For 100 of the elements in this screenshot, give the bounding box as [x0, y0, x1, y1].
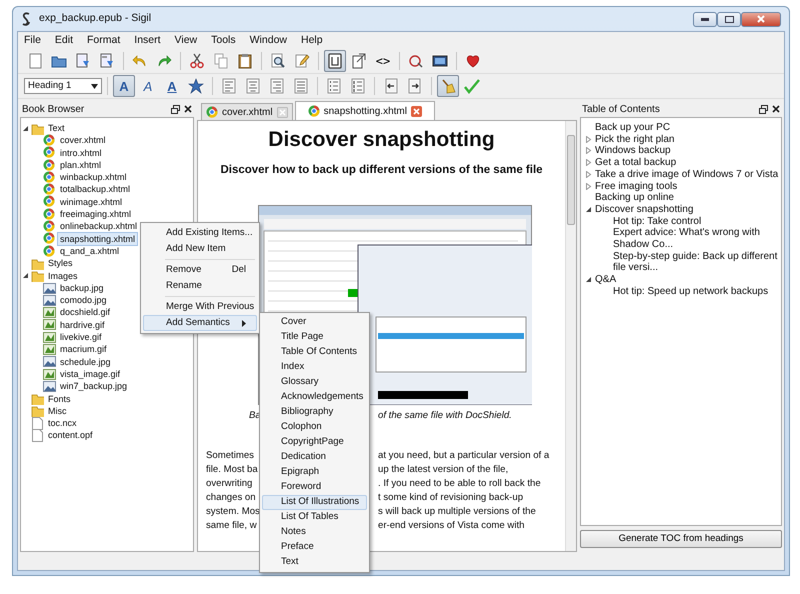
expanded-arrow-icon[interactable]: [22, 124, 29, 132]
toc-entry[interactable]: Expert advice: What's wrong with Shadow Co...: [613, 227, 781, 251]
tree-item[interactable]: freeimaging.xhtml: [58, 208, 134, 220]
collapsed-arrow-icon[interactable]: [585, 147, 592, 154]
tree-item[interactable]: intro.xhtml: [58, 146, 104, 159]
toc-entry[interactable]: Step-by-step guide: Back up different file versi...: [613, 250, 781, 274]
collapsed-arrow-icon[interactable]: [585, 136, 592, 143]
toolbar-button[interactable]: A: [137, 75, 159, 97]
float-icon[interactable]: [759, 104, 768, 114]
toolbar-button[interactable]: [324, 50, 346, 72]
menu-item[interactable]: List Of Tables: [262, 510, 367, 525]
align-center-icon: [245, 78, 261, 94]
tree-item[interactable]: docshield.gif: [58, 306, 112, 319]
toc-entry[interactable]: Hot tip: Take control: [613, 216, 702, 228]
menu-item[interactable]: Insert: [134, 32, 161, 49]
collapsed-arrow-icon[interactable]: [585, 159, 592, 166]
menu-item[interactable]: List Of Illustrations: [262, 495, 367, 510]
menu-item[interactable]: File: [24, 32, 41, 49]
menu-item[interactable]: Acknowledgements: [262, 390, 367, 405]
menu-item[interactable]: Cover: [262, 315, 367, 330]
scrollbar[interactable]: [565, 121, 576, 551]
tree-item[interactable]: livekive.gif: [58, 331, 104, 344]
toolbar-button[interactable]: A: [113, 75, 135, 97]
tree-item[interactable]: q_and_a.xhtml: [58, 244, 122, 258]
close-icon[interactable]: [184, 105, 192, 113]
menu-item[interactable]: Remove Del: [143, 262, 257, 278]
menu-item[interactable]: View: [174, 32, 198, 49]
tree-item[interactable]: snapshotting.xhtml: [58, 232, 138, 245]
panel-title: Table of Contents: [582, 102, 660, 116]
menu-item[interactable]: Index: [262, 360, 367, 375]
menu-item[interactable]: Notes: [262, 525, 367, 540]
tree-item[interactable]: comodo.jpg: [58, 294, 109, 306]
tree-item[interactable]: Text: [46, 122, 67, 134]
menu-item[interactable]: Epigraph: [262, 465, 367, 480]
toc-entry[interactable]: Free imaging tools: [595, 180, 678, 192]
menu-item[interactable]: Bibliography: [262, 405, 367, 420]
close-tab-icon[interactable]: [410, 106, 422, 116]
tree-item[interactable]: macrium.gif: [58, 343, 109, 356]
tree-item[interactable]: hardrive.gif: [58, 318, 107, 332]
expanded-arrow-icon[interactable]: [22, 272, 29, 280]
menu-item[interactable]: CopyrightPage: [262, 435, 367, 450]
toc-entry[interactable]: Q&A: [595, 274, 616, 286]
collapsed-arrow-icon[interactable]: [585, 170, 592, 178]
maximize-button[interactable]: [717, 12, 741, 26]
close-button[interactable]: [741, 12, 781, 26]
editor-tab[interactable]: cover.xhtml: [201, 103, 293, 120]
tree-item[interactable]: totalbackup.xhtml: [58, 183, 132, 196]
expanded-arrow-icon[interactable]: [585, 276, 592, 284]
tree-item[interactable]: backup.jpg: [58, 282, 106, 294]
tree-item[interactable]: Images: [46, 270, 80, 282]
menu-item[interactable]: Rename: [143, 278, 257, 294]
toolbar-button[interactable]: <>: [372, 50, 394, 72]
toc-entry[interactable]: Take a drive image of Windows 7 or Vista: [595, 168, 778, 181]
menu-item[interactable]: Tools: [211, 32, 236, 49]
menu-item[interactable]: Help: [301, 32, 323, 49]
minimize-button[interactable]: [693, 12, 717, 26]
float-icon[interactable]: [171, 104, 180, 114]
generate-toc-button[interactable]: Generate TOC from headings: [580, 530, 782, 548]
menu-item[interactable]: Title Page: [262, 330, 367, 345]
expanded-arrow-icon[interactable]: [585, 206, 592, 213]
menu-item[interactable]: Dedication: [262, 450, 367, 465]
toc-entry[interactable]: Pick the right plan: [595, 134, 674, 146]
toolbar-button[interactable]: A: [161, 75, 183, 97]
menu-item[interactable]: Add Semantics: [143, 315, 257, 331]
menu-item[interactable]: Text: [262, 555, 367, 570]
menu-item[interactable]: Colophon: [262, 420, 367, 435]
menu-item[interactable]: Table Of Contents: [262, 345, 367, 360]
collapsed-arrow-icon[interactable]: [585, 182, 592, 190]
toc-entry[interactable]: Backing up online: [595, 192, 674, 204]
toc-entry[interactable]: Hot tip: Speed up network backups: [613, 286, 768, 298]
tree-item[interactable]: toc.ncx: [46, 417, 79, 430]
tree-item[interactable]: content.opf: [46, 429, 95, 442]
menu-item[interactable]: Merge With Previous: [143, 299, 257, 315]
tree-item[interactable]: cover.xhtml: [58, 134, 108, 147]
bulleted-list-icon: [326, 78, 342, 94]
toc-entry[interactable]: Windows backup: [595, 145, 671, 158]
tree-item[interactable]: winbackup.xhtml: [58, 171, 129, 184]
menu-item[interactable]: Glossary: [262, 375, 367, 390]
menu-item[interactable]: Add New Item: [143, 241, 257, 257]
toc-entry[interactable]: Discover snapshotting: [595, 204, 694, 216]
editor-tab[interactable]: snapshotting.xhtml: [294, 101, 435, 120]
tree-item[interactable]: plan.xhtml: [58, 158, 104, 172]
tree-item[interactable]: onlinebackup.xhtml: [58, 220, 140, 233]
toc-entry[interactable]: Back up your PC: [595, 122, 670, 134]
tree-item[interactable]: win7_backup.jpg: [58, 380, 130, 393]
tree-item[interactable]: Styles: [46, 257, 75, 270]
menu-item[interactable]: Format: [87, 32, 120, 49]
tree-item[interactable]: Fonts: [46, 392, 73, 405]
heading-style-select[interactable]: Heading 1: [24, 78, 102, 94]
toc-entry[interactable]: Get a total backup: [595, 157, 676, 169]
menu-item[interactable]: Foreword: [262, 480, 367, 495]
menu-item[interactable]: Window: [250, 32, 287, 49]
tree-item[interactable]: winimage.xhtml: [58, 196, 124, 208]
tree-item[interactable]: vista_image.gif: [58, 368, 122, 380]
close-icon[interactable]: [772, 105, 780, 113]
menu-item[interactable]: Edit: [54, 32, 74, 49]
tree-item[interactable]: Misc: [46, 404, 68, 418]
tree-item[interactable]: schedule.jpg: [58, 356, 113, 368]
menu-item[interactable]: Add Existing Items...: [143, 225, 257, 241]
menu-item[interactable]: Preface: [262, 540, 367, 555]
